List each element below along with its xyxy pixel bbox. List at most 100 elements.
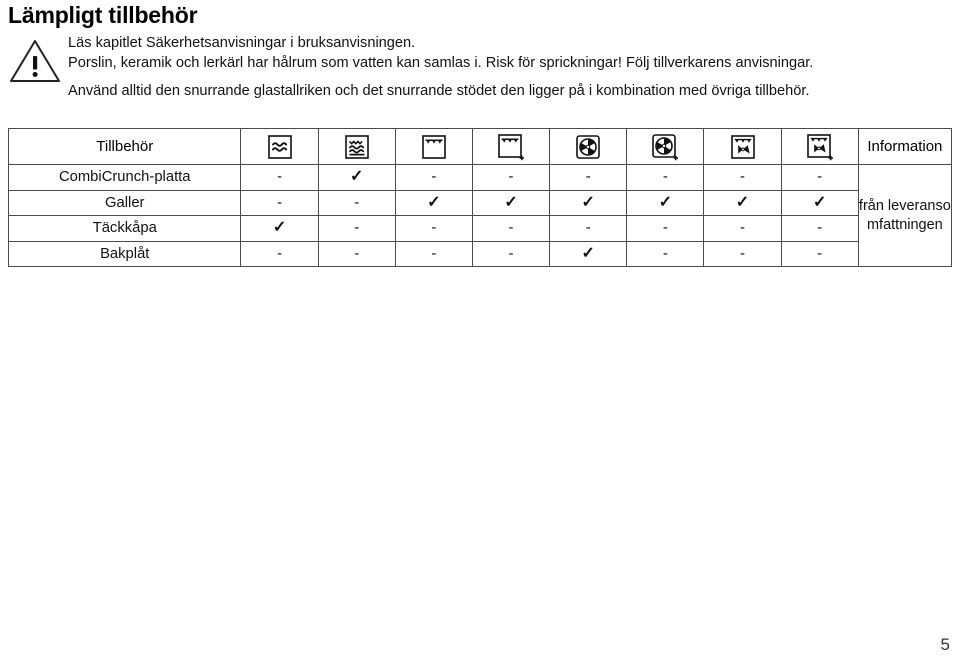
cell-value: - (240, 164, 319, 191)
cell-mark: ✓ (812, 193, 827, 211)
header-icon-microwave (240, 128, 319, 165)
warning-block: Läs kapitlet Säkerhetsanvisningar i bruk… (8, 34, 952, 102)
cell-value: - (394, 164, 473, 191)
accessory-table: Tillbehör Information CombiCrunch-platta… (7, 128, 953, 267)
cell-value: - (471, 164, 551, 191)
cell-value: - (394, 215, 473, 242)
table-row: Bakplåt - - - - ✓ - - - (7, 240, 952, 267)
cell-value: ✓ (549, 240, 628, 267)
cell-value: - (471, 240, 551, 267)
header-icon-grill-microwave (471, 128, 551, 165)
cell-value: - (626, 240, 705, 267)
cell-mark: - (277, 168, 283, 186)
cell-value: - (626, 164, 705, 191)
cell-mark: ✓ (735, 193, 750, 211)
cell-value: ✓ (703, 189, 782, 216)
cell-value: - (240, 189, 319, 216)
cell-value: - (626, 215, 705, 242)
cell-mark: - (431, 168, 437, 186)
header-icon-hot-air (549, 128, 628, 165)
cell-mark: ✓ (658, 193, 673, 211)
header-information: Information (857, 128, 953, 165)
table-row: CombiCrunch-platta - ✓ - - - - - - från … (7, 164, 953, 267)
cell-mark: - (277, 193, 283, 211)
grill-hot-air-icon (704, 130, 780, 164)
cell-mark: ✓ (427, 193, 441, 211)
cell-value: ✓ (317, 164, 396, 191)
cell-value: - (317, 215, 396, 242)
table-row: Galler - - ✓ ✓ ✓ ✓ ✓ ✓ (7, 189, 952, 216)
cell-mark: - (817, 219, 823, 237)
cell-mark: - (354, 244, 360, 262)
cell-mark: ✓ (350, 168, 364, 186)
cell-mark: ✓ (581, 193, 595, 211)
cell-mark: - (740, 219, 745, 237)
microwave-icon (241, 130, 317, 164)
cell-mark: - (354, 219, 360, 237)
header-icon-microwave-bottom-heat (317, 128, 396, 165)
grill-plus-microwave-icon (473, 130, 549, 164)
cell-value: - (780, 215, 859, 242)
cell-value: - (703, 215, 782, 242)
cell-mark: - (662, 219, 668, 237)
grill-icon (396, 130, 472, 164)
microwave-with-bottom-heat-icon (319, 130, 395, 164)
cell-value: - (394, 240, 473, 267)
cell-value: - (549, 215, 628, 242)
cell-value: ✓ (549, 189, 628, 216)
cell-mark: - (277, 244, 283, 262)
cell-value: - (780, 240, 859, 267)
accessory-name: Bakplåt (7, 240, 242, 267)
cell-value: ✓ (240, 215, 319, 242)
grill-hot-air-plus-microwave-icon (782, 130, 858, 164)
cell-mark: - (431, 219, 437, 237)
hot-air-fan-icon (550, 130, 626, 164)
table-head: Tillbehör Information (7, 128, 953, 165)
cell-mark: ✓ (581, 244, 595, 262)
accessory-name: Galler (7, 189, 242, 216)
warning-line-3: Använd alltid den snurrande glastallrike… (68, 83, 810, 99)
cell-mark: - (508, 168, 514, 186)
cell-value: - (471, 215, 551, 242)
table-body: CombiCrunch-platta - ✓ - - - - - - från … (7, 164, 953, 267)
accessory-name: Täckkåpa (7, 215, 242, 242)
cell-value: - (240, 240, 319, 267)
cell-mark: - (585, 219, 591, 237)
warning-line-1: Läs kapitlet Säkerhetsanvisningar i bruk… (68, 35, 416, 51)
cell-mark: - (817, 168, 823, 186)
hot-air-fan-plus-microwave-icon (627, 130, 703, 164)
cell-mark: - (662, 244, 668, 262)
cell-value: ✓ (394, 189, 473, 216)
cell-mark: - (431, 244, 437, 262)
table-header-row: Tillbehör Information (7, 128, 953, 165)
cell-value: - (703, 164, 782, 191)
accessory-name: CombiCrunch-platta (7, 164, 242, 191)
cell-mark: - (585, 168, 591, 186)
cell-mark: - (662, 168, 668, 186)
page-title: Lämpligt tillbehör (8, 2, 198, 28)
cell-mark: ✓ (504, 193, 518, 211)
header-icon-grill-hot-air (703, 128, 782, 165)
cell-value: - (549, 164, 628, 191)
page-number: 5 (940, 635, 950, 654)
warning-line-2: Porslin, keramik och lerkärl har hålrum … (68, 54, 814, 71)
cell-value: - (317, 240, 396, 267)
warning-triangle-icon (8, 38, 62, 84)
header-icon-hot-air-microwave (626, 128, 705, 165)
cell-mark: - (508, 219, 514, 237)
header-icon-grill (394, 128, 473, 165)
cell-mark: - (740, 168, 745, 186)
cell-value: - (780, 164, 859, 191)
cell-value: ✓ (471, 189, 551, 216)
header-icon-grill-hot-air-microwave (780, 128, 859, 165)
information-cell: från leveransomfattningen (857, 164, 953, 267)
cell-mark: - (817, 244, 823, 262)
warning-text: Läs kapitlet Säkerhetsanvisningar i bruk… (68, 34, 952, 102)
cell-mark: - (508, 244, 514, 262)
cell-mark: - (354, 193, 360, 211)
cell-value: ✓ (780, 189, 859, 216)
cell-value: ✓ (626, 189, 705, 216)
cell-value: - (703, 240, 782, 267)
table-row: Täckkåpa ✓ - - - - - - - (7, 215, 952, 242)
cell-mark: ✓ (272, 219, 287, 237)
